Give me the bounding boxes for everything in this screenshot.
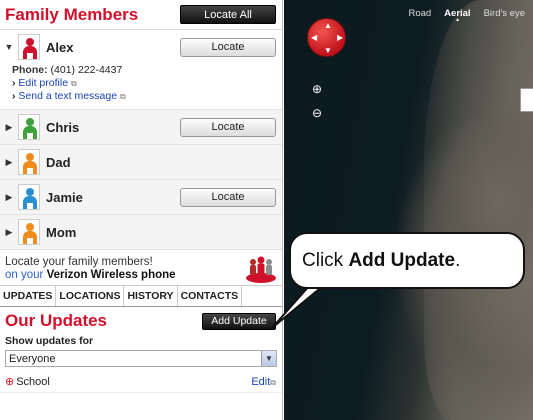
filter-value: Everyone <box>9 352 56 365</box>
add-update-button[interactable]: Add Update <box>202 312 276 330</box>
update-item-name-wrap: ⊕ School <box>5 375 50 388</box>
updates-filter-select[interactable]: Everyone ▼ <box>5 350 277 367</box>
edit-profile-link[interactable]: › Edit profile ⧉ <box>12 77 282 90</box>
person-icon <box>18 184 40 210</box>
locate-button-chris[interactable]: Locate <box>180 117 276 137</box>
member-mom: ▶ Mom <box>0 215 282 250</box>
chevron-down-icon[interactable]: ▼ <box>261 351 276 366</box>
updates-header: Our Updates Add Update <box>0 307 282 335</box>
aerial-map[interactable]: Road Aerial Bird's eye ▲ ▼ ◀ ▶ ⊕ ⊖ <box>284 0 533 420</box>
phone-number: (401) 222-4437 <box>50 64 123 76</box>
zoom-in-icon[interactable]: ⊕ <box>310 82 324 96</box>
person-icon <box>18 34 40 60</box>
expand-caret-icon[interactable]: ▶ <box>4 192 14 203</box>
member-name[interactable]: Mom <box>46 225 276 240</box>
update-item-name: School <box>16 376 50 388</box>
coastline <box>424 0 533 420</box>
view-aerial[interactable]: Aerial <box>444 8 470 23</box>
view-birds-eye[interactable]: Bird's eye <box>484 8 525 22</box>
member-name[interactable]: Chris <box>46 120 180 135</box>
tab-locations[interactable]: LOCATIONS <box>56 286 125 306</box>
external-link-icon: ⧉ <box>120 92 126 101</box>
locate-all-button[interactable]: Locate All <box>180 5 276 24</box>
phone-label: Phone: <box>12 64 48 76</box>
expand-caret-icon[interactable]: ▶ <box>4 227 14 238</box>
tab-contacts[interactable]: CONTACTS <box>178 286 243 306</box>
update-item: ⊕ School Edit⧉ <box>0 371 282 393</box>
person-icon <box>18 219 40 245</box>
callout-tail <box>271 284 326 329</box>
member-chris: ▶ Chris Locate <box>0 110 282 145</box>
send-text-link[interactable]: › Send a text message ⧉ <box>12 90 282 103</box>
member-name[interactable]: Dad <box>46 155 276 170</box>
tab-history[interactable]: HISTORY <box>124 286 178 306</box>
member-jamie: ▶ Jamie Locate <box>0 180 282 215</box>
member-alex: ▼ Alex Locate Phone: (401) 222-4437 › Ed… <box>0 30 282 110</box>
map-person-marker[interactable] <box>520 88 533 112</box>
expand-caret-icon[interactable]: ▶ <box>4 122 14 133</box>
pan-control-icon[interactable]: ▲ ▼ ◀ ▶ <box>307 18 346 57</box>
family-members-header: Family Members Locate All <box>0 0 282 30</box>
family-members-title: Family Members <box>5 4 139 24</box>
view-road[interactable]: Road <box>408 8 431 22</box>
phone-line: Phone: (401) 222-4437 <box>12 64 282 77</box>
locate-button-jamie[interactable]: Locate <box>180 187 276 207</box>
member-name[interactable]: Jamie <box>46 190 180 205</box>
instruction-callout: Click Add Update. <box>289 232 525 289</box>
expand-caret-icon[interactable]: ▶ <box>4 157 14 168</box>
member-dad: ▶ Dad <box>0 145 282 180</box>
member-name[interactable]: Alex <box>46 40 180 55</box>
external-link-icon: ⧉ <box>70 79 77 88</box>
location-pin-icon: ⊕ <box>5 376 15 388</box>
external-link-icon: ⧉ <box>270 377 276 387</box>
show-updates-label: Show updates for <box>5 335 94 347</box>
tab-updates[interactable]: UPDATES <box>0 286 57 306</box>
callout-bold: Add Update <box>348 249 456 271</box>
family-panel: Family Members Locate All ▼ Alex Locate … <box>0 0 283 420</box>
member-details: Phone: (401) 222-4437 › Edit profile ⧉ ›… <box>0 64 282 109</box>
promo-text: Locate your family members! on your Veri… <box>5 255 176 281</box>
family-group-icon <box>244 254 278 284</box>
update-edit-link[interactable]: Edit⧉ <box>251 376 276 388</box>
locate-button-alex[interactable]: Locate <box>180 37 276 57</box>
person-icon <box>18 149 40 175</box>
updates-title: Our Updates <box>5 311 108 330</box>
collapse-caret-icon[interactable]: ▼ <box>4 42 14 52</box>
callout-suffix: . <box>455 249 461 271</box>
panel-tabs: UPDATES LOCATIONS HISTORY CONTACTS <box>0 286 282 307</box>
promo-banner[interactable]: Locate your family members! on your Veri… <box>0 250 282 286</box>
zoom-out-icon[interactable]: ⊖ <box>310 106 324 120</box>
person-icon <box>18 114 40 140</box>
callout-prefix: Click <box>302 249 349 271</box>
